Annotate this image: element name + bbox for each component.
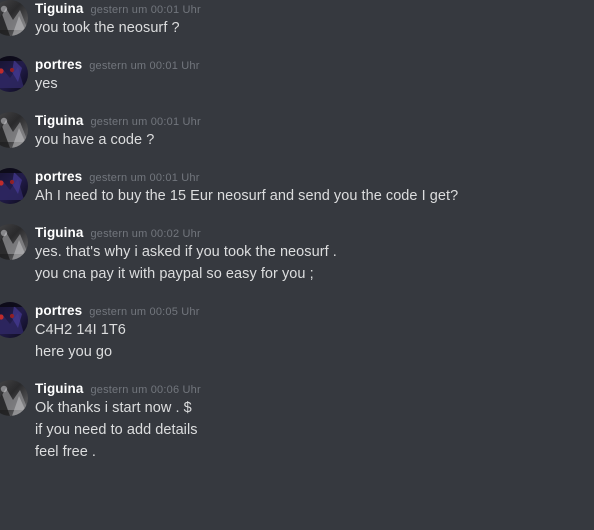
message-author[interactable]: portres [35,303,82,318]
message-group[interactable]: Tiguina gestern um 00:01 Uhr you took the … [0,0,594,39]
message-timestamp: gestern um 00:01 Uhr [90,4,201,16]
tiguina-avatar[interactable] [0,380,28,416]
message-text: if you need to add details [35,422,198,438]
message-text: Ah I need to buy the 15 Eur neosurf and … [35,188,459,204]
message-text: C4H2 14I 1T6 [35,322,126,338]
message-author[interactable]: Tiguina [35,1,83,16]
message-list[interactable]: Tiguina gestern um 00:01 Uhr you took the … [0,0,594,530]
message-group[interactable]: portres gestern um 00:01 Uhr Ah I need to … [0,168,594,207]
portres-avatar[interactable] [0,56,28,92]
message-text: you have a code ? [35,132,155,148]
message-text: yes [35,76,58,92]
message-group[interactable]: Tiguina gestern um 00:01 Uhr you have a co… [0,112,594,151]
message-group[interactable]: portres gestern um 00:05 Uhr C4H2 14I 1T6 h… [0,302,594,363]
portres-avatar[interactable] [0,168,28,204]
message-author[interactable]: Tiguina [35,381,83,396]
message-header: Tiguina gestern um 00:01 Uhr [35,112,594,129]
message-text: you cna pay it with paypal so easy for y… [35,266,314,282]
message-text: you took the neosurf ? [35,20,180,36]
message-header: portres gestern um 00:01 Uhr [35,56,594,73]
message-group[interactable]: Tiguina gestern um 00:06 Uhr Ok thanks i s… [0,380,594,463]
message-timestamp: gestern um 00:06 Uhr [90,384,201,396]
message-author[interactable]: Tiguina [35,113,83,128]
message-timestamp: gestern um 00:05 Uhr [89,306,200,318]
tiguina-avatar[interactable] [0,112,28,148]
message-text: here you go [35,344,113,360]
message-group[interactable]: portres gestern um 00:01 Uhr yes [0,56,594,95]
message-timestamp: gestern um 00:01 Uhr [89,60,200,72]
message-author[interactable]: portres [35,169,82,184]
message-author[interactable]: Tiguina [35,225,83,240]
message-text: Ok thanks i start now . $ [35,400,192,416]
message-group[interactable]: Tiguina gestern um 00:02 Uhr yes. that's w… [0,224,594,285]
message-header: portres gestern um 00:01 Uhr [35,168,594,185]
message-text: yes. that's why i asked if you took the … [35,244,337,260]
message-author[interactable]: portres [35,57,82,72]
message-text: feel free . [35,444,96,460]
tiguina-avatar[interactable] [0,224,28,260]
tiguina-avatar[interactable] [0,0,28,36]
message-header: Tiguina gestern um 00:02 Uhr [35,224,594,241]
message-header: Tiguina gestern um 00:06 Uhr [35,380,594,397]
message-timestamp: gestern um 00:01 Uhr [89,172,200,184]
message-header: Tiguina gestern um 00:01 Uhr [35,0,594,17]
message-timestamp: gestern um 00:01 Uhr [90,116,201,128]
message-timestamp: gestern um 00:02 Uhr [90,228,201,240]
message-header: portres gestern um 00:05 Uhr [35,302,594,319]
portres-avatar[interactable] [0,302,28,338]
